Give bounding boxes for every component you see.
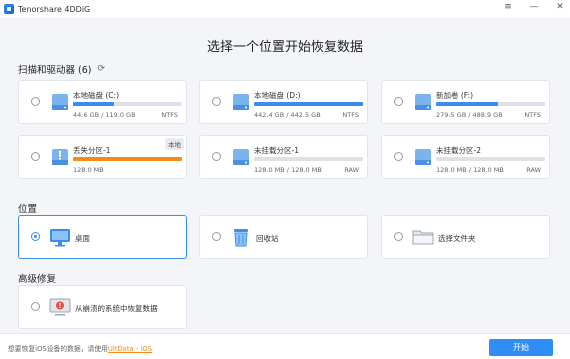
drive-filesystem: NTFS: [524, 111, 541, 119]
drive-card-lost-1[interactable]: 丢失分区-1 本地 128.0 MB: [18, 135, 187, 179]
ios-hint: 想要恢复iOS设备的数据，请使用UltData - iOS: [8, 343, 152, 353]
drive-name: 本地磁盘 (D:): [254, 91, 301, 100]
drive-name: 未挂载分区-1: [254, 146, 299, 155]
usage-bar-fill: [254, 102, 363, 106]
drives-section-label: 扫描和驱动器 (6) ⟳: [18, 62, 105, 76]
advanced-radio[interactable]: [31, 302, 40, 311]
location-desktop[interactable]: 桌面: [18, 215, 187, 259]
page-title: 选择一个位置开始恢复数据: [206, 40, 363, 55]
drive-filesystem: RAW: [526, 166, 541, 174]
drive-card-unmounted-1[interactable]: 未挂载分区-1 128.0 MB / 128.0 MB RAW: [199, 135, 368, 179]
start-button[interactable]: 开始: [489, 339, 553, 356]
location-label: 回收站: [256, 234, 279, 243]
location-radio[interactable]: [212, 232, 221, 241]
location-section-label: 位置: [18, 201, 37, 215]
drive-card-c[interactable]: 本地磁盘 (C:) 44.6 GB / 119.0 GB NTFS: [18, 80, 187, 124]
drive-filesystem: NTFS: [342, 111, 359, 119]
drive-radio[interactable]: [394, 152, 403, 161]
location-select-folder[interactable]: 选择文件夹: [381, 215, 550, 259]
refresh-icon[interactable]: ⟳: [97, 64, 105, 74]
menu-icon[interactable]: ≡: [502, 2, 514, 12]
drive-radio[interactable]: [212, 97, 221, 106]
location-label: 选择文件夹: [438, 234, 476, 243]
lost-partition-icon: [52, 149, 68, 165]
title-bar: Tenorshare 4DDiG ≡ — ✕: [0, 0, 570, 18]
drive-size: 128.0 MB / 128.0 MB: [254, 166, 322, 174]
local-tag-badge: 本地: [165, 138, 184, 150]
drive-size: 128.0 MB: [73, 166, 104, 174]
minimize-icon[interactable]: —: [528, 2, 540, 12]
drive-filesystem: RAW: [344, 166, 359, 174]
hard-drive-icon: [52, 94, 68, 110]
app-logo-icon: [4, 4, 14, 14]
usage-bar: [254, 102, 363, 106]
hard-drive-icon: [415, 149, 431, 165]
window-controls: ≡ — ✕: [502, 2, 566, 12]
drive-size: 279.5 GB / 488.9 GB: [436, 111, 503, 119]
usage-bar-fill: [73, 102, 114, 106]
drive-name: 本地磁盘 (C:): [73, 91, 119, 100]
location-label: 桌面: [75, 234, 90, 243]
usage-bar: [436, 102, 545, 106]
desktop-icon: [50, 229, 70, 247]
app-title: Tenorshare 4DDiG: [18, 4, 91, 14]
drive-name: 丢失分区-1: [73, 146, 111, 155]
location-radio[interactable]: [394, 232, 403, 241]
location-radio[interactable]: [31, 232, 40, 241]
close-icon[interactable]: ✕: [554, 2, 566, 12]
folder-icon: [412, 230, 434, 245]
bottom-bar: 想要恢复iOS设备的数据，请使用UltData - iOS 开始: [0, 333, 570, 359]
drive-filesystem: NTFS: [161, 111, 178, 119]
advanced-section-label: 高级修复: [18, 271, 56, 285]
usage-bar: [254, 157, 363, 161]
ultdata-ios-link[interactable]: UltData - iOS: [108, 345, 152, 353]
recycle-bin-icon: [234, 229, 248, 247]
hard-drive-icon: [415, 94, 431, 110]
advanced-label: 从崩溃的系统中恢复数据: [75, 304, 158, 313]
usage-bar: [436, 157, 545, 161]
usage-bar: [73, 157, 182, 161]
drive-radio[interactable]: [31, 152, 40, 161]
ios-hint-text: 想要恢复iOS设备的数据，请使用: [8, 345, 108, 353]
drives-section-title: 扫描和驱动器 (6): [18, 65, 92, 76]
drive-card-d[interactable]: 本地磁盘 (D:) 442.4 GB / 442.5 GB NTFS: [199, 80, 368, 124]
drive-name: 新加卷 (F:): [436, 91, 473, 100]
drive-radio[interactable]: [31, 97, 40, 106]
drive-card-f[interactable]: 新加卷 (F:) 279.5 GB / 488.9 GB NTFS: [381, 80, 550, 124]
advanced-crash-recovery[interactable]: 从崩溃的系统中恢复数据: [18, 285, 187, 329]
hard-drive-icon: [233, 94, 249, 110]
drive-size: 442.4 GB / 442.5 GB: [254, 111, 321, 119]
drive-size: 44.6 GB / 119.0 GB: [73, 111, 136, 119]
drive-card-unmounted-2[interactable]: 未挂载分区-2 128.0 MB / 128.0 MB RAW: [381, 135, 550, 179]
crashed-system-icon: [49, 298, 71, 316]
drive-radio[interactable]: [212, 152, 221, 161]
location-recycle-bin[interactable]: 回收站: [199, 215, 368, 259]
drive-name: 未挂载分区-2: [436, 146, 481, 155]
usage-bar-fill: [73, 157, 182, 161]
drive-size: 128.0 MB / 128.0 MB: [436, 166, 504, 174]
location-section-title: 位置: [18, 204, 38, 215]
usage-bar: [73, 102, 182, 106]
advanced-section-title: 高级修复: [18, 274, 57, 285]
drive-radio[interactable]: [394, 97, 403, 106]
usage-bar-fill: [436, 102, 499, 106]
hard-drive-icon: [233, 149, 249, 165]
